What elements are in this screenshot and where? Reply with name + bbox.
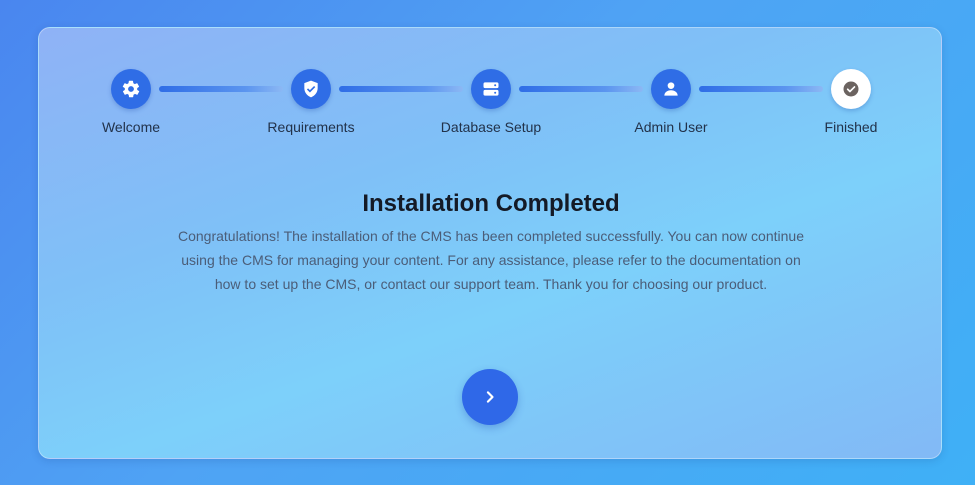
step-circle-admin-user — [651, 69, 691, 109]
step-label-requirements: Requirements — [267, 119, 355, 135]
step-circle-requirements — [291, 69, 331, 109]
step-finished: Finished — [781, 69, 921, 135]
page-title: Installation Completed — [362, 190, 620, 217]
chevron-right-icon — [480, 387, 500, 407]
step-database-setup: Database Setup — [421, 69, 561, 135]
completion-message: Congratulations! The installation of the… — [178, 228, 804, 292]
step-requirements: Requirements — [241, 69, 381, 135]
step-admin-user: Admin User — [601, 69, 741, 135]
user-icon — [661, 79, 681, 99]
installer-card: Welcome Requirements Database Setup Admi… — [38, 27, 942, 459]
next-button[interactable] — [462, 369, 518, 425]
step-circle-welcome — [111, 69, 151, 109]
step-label-finished: Finished — [824, 119, 878, 135]
step-circle-database-setup — [471, 69, 511, 109]
step-label-database-setup: Database Setup — [440, 119, 542, 135]
step-circle-finished — [831, 69, 871, 109]
install-stepper: Welcome Requirements Database Setup Admi… — [39, 69, 943, 139]
step-label-welcome: Welcome — [101, 119, 161, 135]
check-circle-icon — [841, 79, 861, 99]
shield-check-icon — [301, 79, 321, 99]
step-label-admin-user: Admin User — [634, 119, 708, 135]
step-welcome: Welcome — [61, 69, 201, 135]
database-server-icon — [481, 79, 501, 99]
gear-icon — [121, 79, 141, 99]
